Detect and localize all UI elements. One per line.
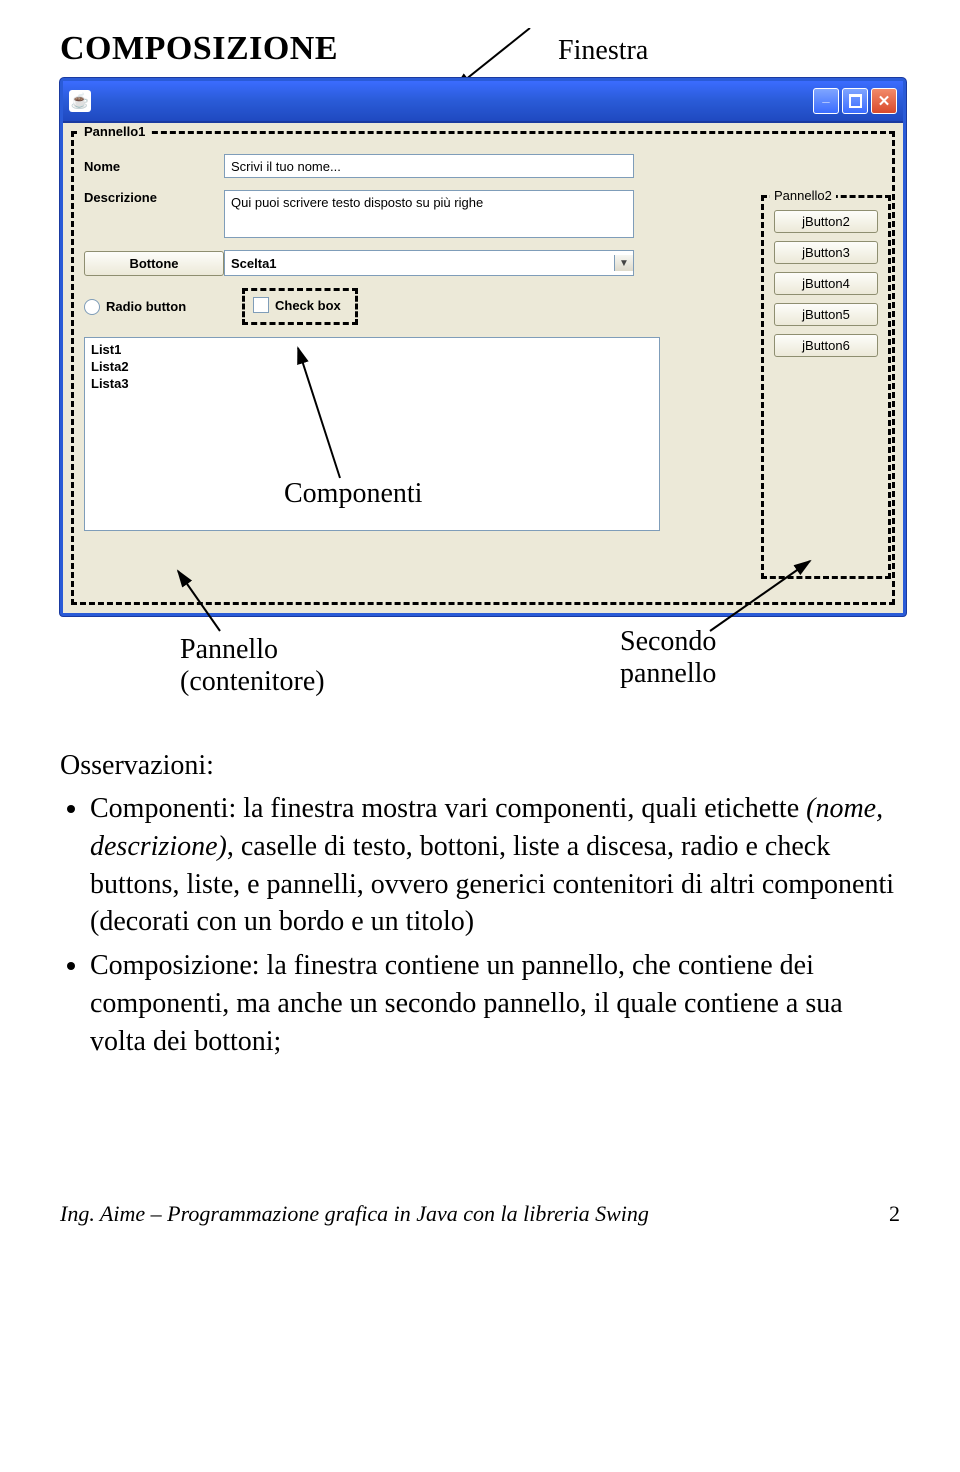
combobox-value: Scelta1 (231, 256, 277, 271)
jbutton5[interactable]: jButton5 (774, 303, 878, 326)
observation-item-2: Composizione: la finestra contiene un pa… (90, 947, 900, 1060)
close-button[interactable]: ✕ (871, 88, 897, 114)
scelta-combobox[interactable]: Scelta1 ▼ (224, 250, 634, 276)
annotation-secondo-pannello: Secondo pannello (620, 626, 716, 690)
minimize-button[interactable]: _ (813, 88, 839, 114)
panel1-title: Pannello1 (80, 124, 149, 139)
jbutton3[interactable]: jButton3 (774, 241, 878, 264)
jbutton2[interactable]: jButton2 (774, 210, 878, 233)
page-number: 2 (889, 1201, 900, 1227)
maximize-button[interactable] (842, 88, 868, 114)
list-item[interactable]: Lista2 (91, 359, 653, 376)
radio-label: Radio button (106, 299, 186, 314)
swing-window: ☕ _ ✕ Pannello1 Nome Descrizione (60, 78, 906, 616)
descrizione-textarea[interactable]: Qui puoi scrivere testo disposto su più … (224, 190, 634, 238)
annotation-pannello: Pannello (contenitore) (180, 634, 325, 698)
java-icon: ☕ (69, 90, 91, 112)
list-item[interactable]: List1 (91, 342, 653, 359)
page-title: COMPOSIZIONE (60, 30, 338, 68)
observation-item-1: Componenti: la finestra mostra vari comp… (90, 790, 900, 941)
checkbox-highlight-box: Check box (242, 288, 358, 325)
observations-list: Componenti: la finestra mostra vari comp… (90, 790, 900, 1061)
jbutton4[interactable]: jButton4 (774, 272, 878, 295)
radio-button[interactable]: Radio button (84, 299, 224, 315)
window-titlebar: ☕ _ ✕ (63, 81, 903, 123)
bottone-button[interactable]: Bottone (84, 251, 224, 276)
descrizione-label: Descrizione (84, 190, 224, 205)
checkbox[interactable]: Check box (253, 297, 341, 313)
list-item[interactable]: Lista3 (91, 376, 653, 393)
nome-label: Nome (84, 159, 224, 174)
radio-icon (84, 299, 100, 315)
observations-heading: Osservazioni: (60, 750, 900, 782)
checkbox-label: Check box (275, 298, 341, 313)
panel2-title: Pannello2 (770, 188, 836, 203)
checkbox-icon (253, 297, 269, 313)
panel-pannello2: Pannello2 jButton2 jButton3 jButton4 jBu… (761, 195, 891, 579)
footer-text: Ing. Aime – Programmazione grafica in Ja… (60, 1201, 649, 1227)
chevron-down-icon: ▼ (614, 255, 633, 271)
jbutton6[interactable]: jButton6 (774, 334, 878, 357)
nome-input[interactable] (224, 154, 634, 178)
